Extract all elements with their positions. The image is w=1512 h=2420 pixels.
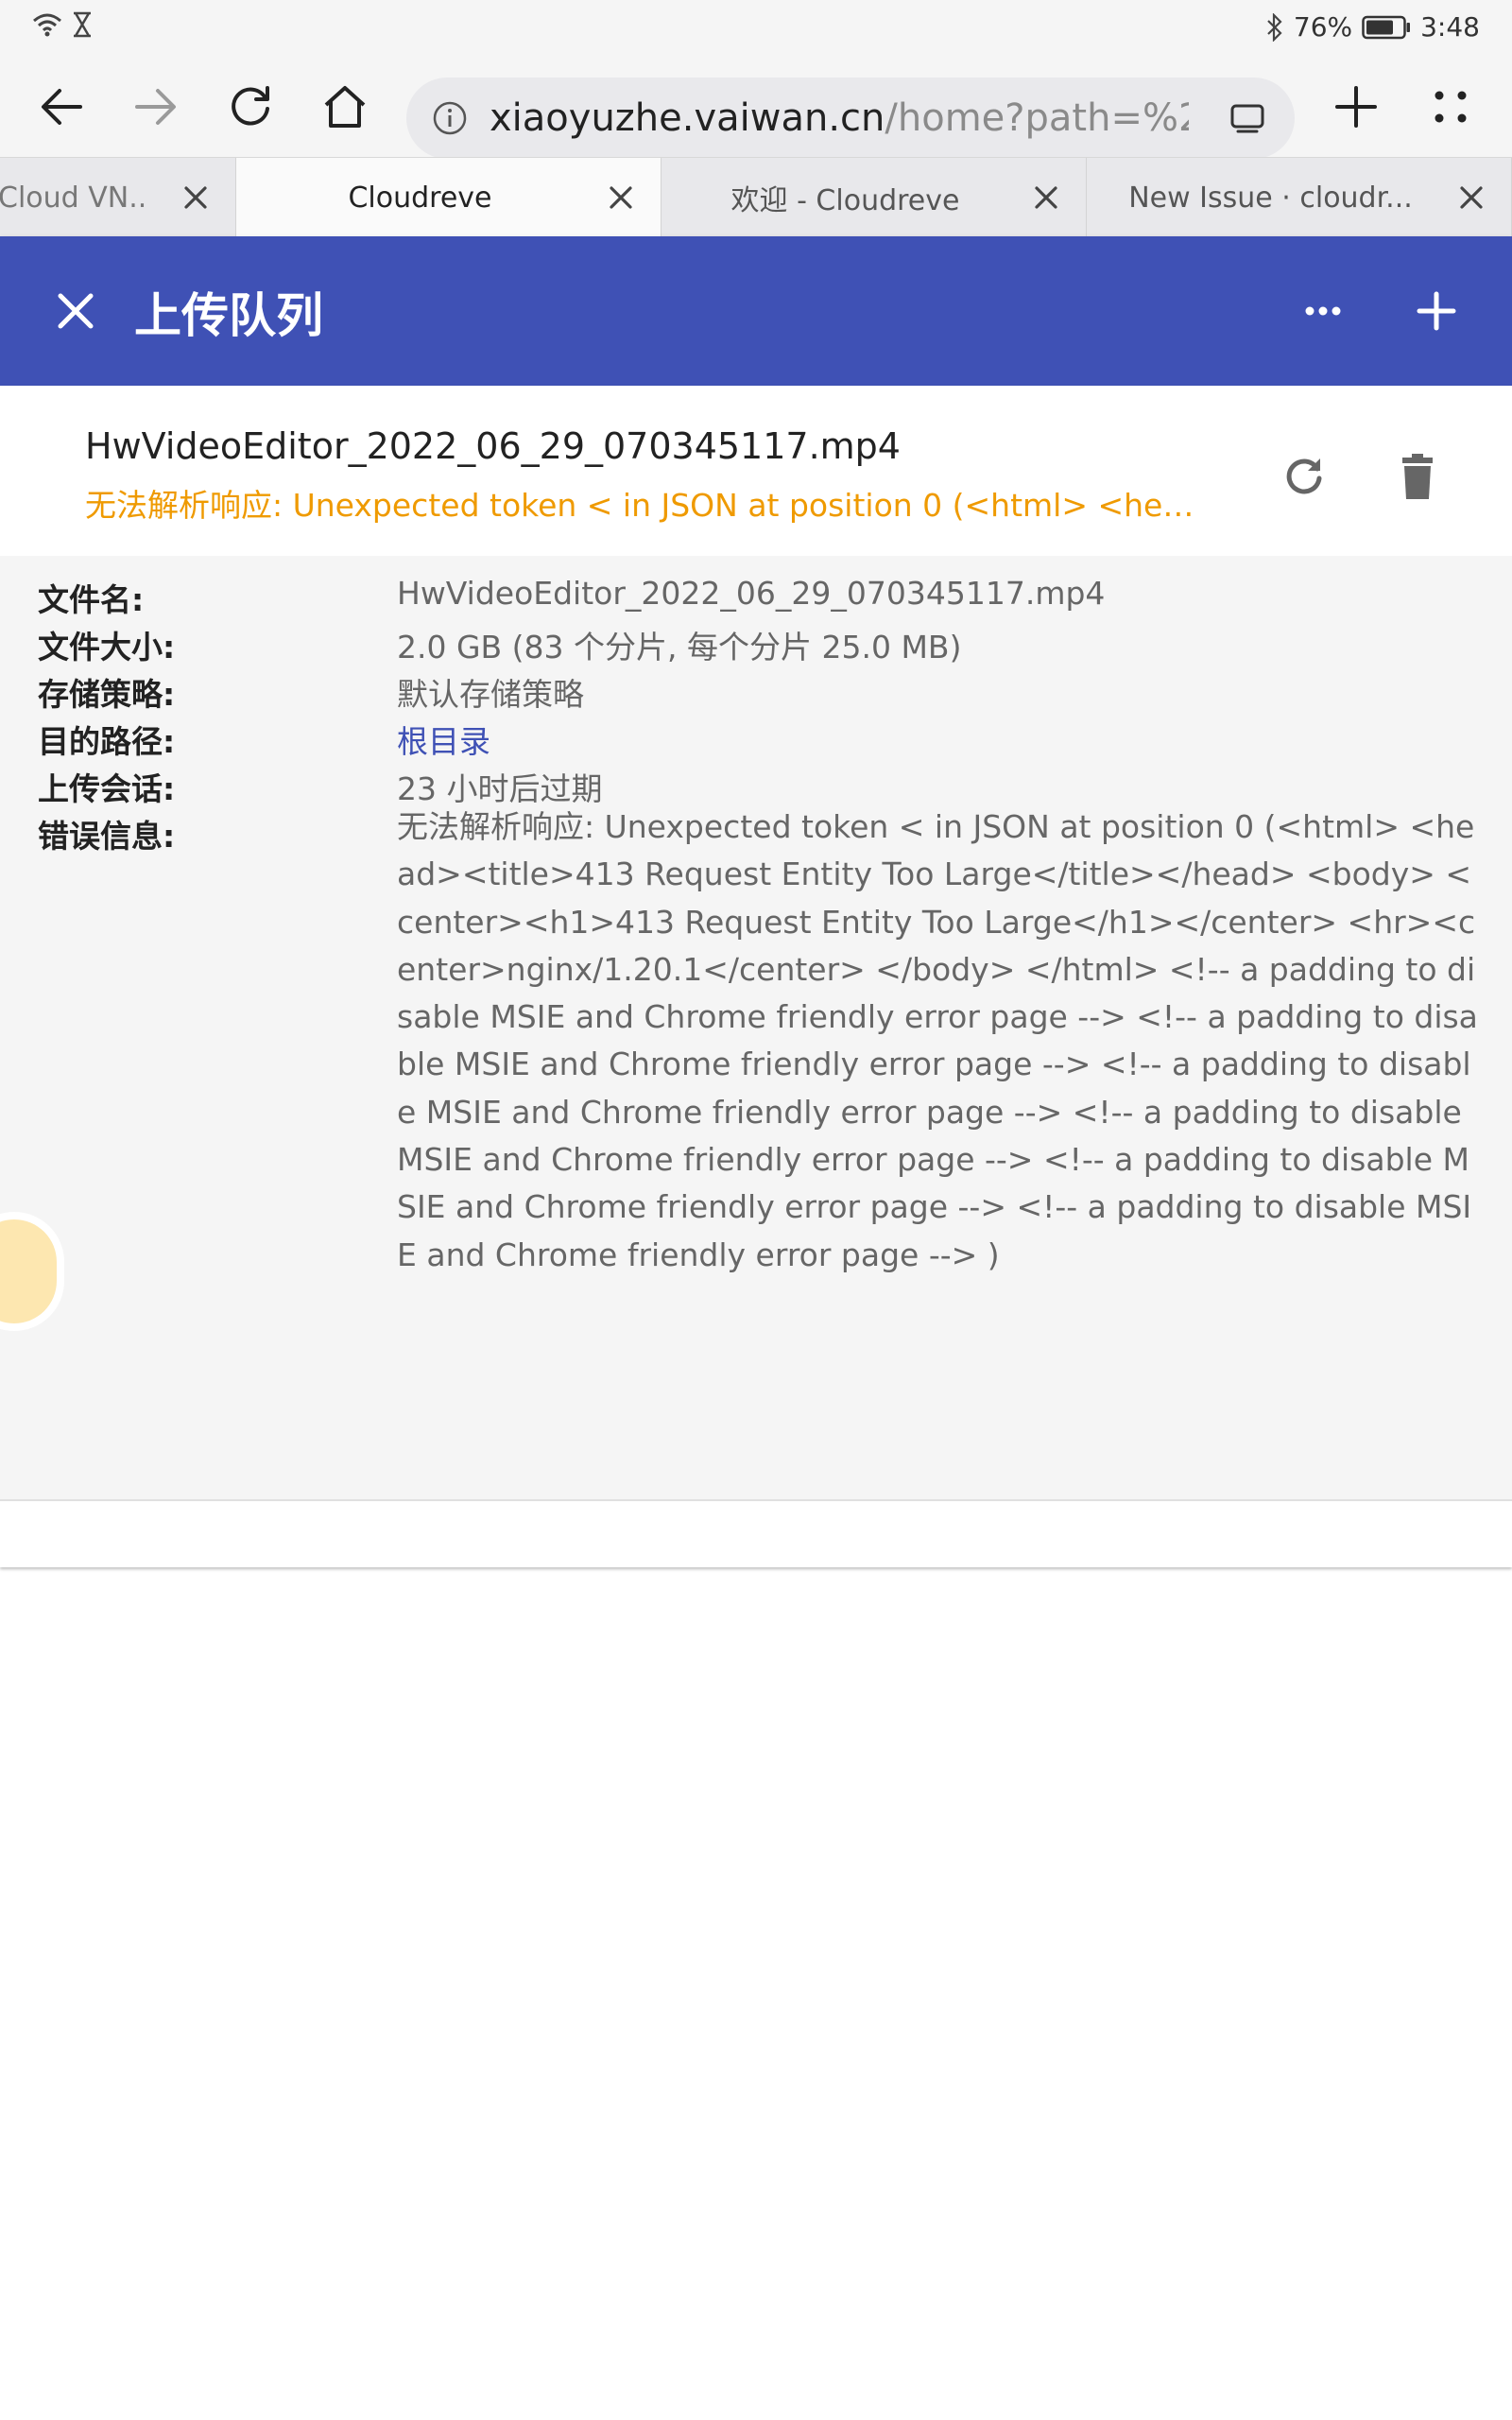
target-path-link[interactable]: 根目录 [397,717,490,762]
detail-value-file-size: 2.0 GB (83 个分片, 每个分片 25.0 MB) [397,629,962,666]
detail-label-file-size: 文件大小: [38,629,176,666]
queue-item[interactable]: HwVideoEditor_2022_06_29_070345117.mp4 无… [0,386,1512,556]
app-bar: 上传队列 [0,236,1512,386]
forward-arrow-icon [135,89,176,125]
url-host: xiaoyuzhe.vaiwan.cn [490,96,885,140]
forward-button[interactable] [123,74,189,140]
tab-label: Cloud VN... [0,181,149,215]
wifi-icon [33,13,61,37]
battery-percent: 76% [1293,11,1353,43]
detail-value-upload-session: 23 小时后过期 [397,770,603,807]
menu-dots-icon [1435,91,1467,123]
close-icon[interactable] [1029,181,1063,215]
back-button[interactable] [28,74,94,140]
url-text[interactable]: xiaoyuzhe.vaiwan.cn/home?path=%2F [490,96,1189,140]
tab-new-issue[interactable]: New Issue · cloudr... [1087,158,1512,237]
hourglass-icon [74,11,91,38]
url-path: /home?path=%2F [885,96,1189,140]
address-bar[interactable]: xiaoyuzhe.vaiwan.cn/home?path=%2F [406,78,1295,159]
more-horizontal-icon[interactable] [1295,283,1351,339]
queue-item-file-name: HwVideoEditor_2022_06_29_070345117.mp4 [85,425,901,467]
tab-label: 欢迎 - Cloudreve [730,184,960,217]
tab-label: Cloudreve [348,181,492,215]
detail-value-file-name: HwVideoEditor_2022_06_29_070345117.mp4 [397,575,1106,612]
close-icon[interactable] [47,283,104,339]
status-bar: 76% 3:48 [0,0,1512,57]
close-icon[interactable] [179,181,213,215]
detail-label-file-name: 文件名: [38,581,145,618]
close-icon[interactable] [1454,181,1488,215]
info-icon[interactable] [431,99,469,137]
tab-view-icon[interactable] [1228,99,1266,137]
tab-cloud-vn[interactable]: Cloud VN... [0,158,236,237]
detail-label-upload-session: 上传会话: [38,770,176,807]
page-title: 上传队列 [134,288,323,343]
new-tab-button[interactable] [1323,74,1389,140]
back-arrow-icon [42,89,82,125]
trash-icon[interactable] [1389,448,1446,505]
battery-icon [1362,15,1411,39]
tab-label: New Issue · cloudr... [1128,181,1413,215]
detail-label-error-info: 错误信息: [38,818,176,855]
upload-queue-panel: HwVideoEditor_2022_06_29_070345117.mp4 无… [0,386,1512,1567]
queue-item-error: 无法解析响应: Unexpected token < in JSON at po… [85,487,1200,524]
retry-icon[interactable] [1276,448,1332,505]
clock-time: 3:48 [1420,11,1480,43]
detail-value-error-info: 无法解析响应: Unexpected token < in JSON at po… [397,808,1478,1273]
detail-label-target-path: 目的路径: [38,723,176,760]
home-icon [324,86,366,128]
new-tab-plus-icon [1335,86,1377,128]
detail-value-storage-policy: 默认存储策略 [397,676,584,713]
add-icon[interactable] [1408,283,1465,339]
tab-cloudreve[interactable]: Cloudreve [236,158,662,237]
detail-label-storage-policy: 存储策略: [38,676,176,713]
browser-tabs: Cloud VN... Cloudreve 欢迎 - Cloudreve New… [0,157,1512,237]
browser-menu-button[interactable] [1418,74,1484,140]
tab-welcome-cloudreve[interactable]: 欢迎 - Cloudreve [662,158,1087,237]
reload-button[interactable] [217,74,284,140]
queue-item-details: 文件名: HwVideoEditor_2022_06_29_070345117.… [0,556,1512,1501]
home-button[interactable] [312,74,378,140]
close-icon[interactable] [604,181,638,215]
reload-icon [232,86,269,126]
bluetooth-icon [1267,12,1282,42]
browser-toolbar: xiaoyuzhe.vaiwan.cn/home?path=%2F [0,57,1512,159]
